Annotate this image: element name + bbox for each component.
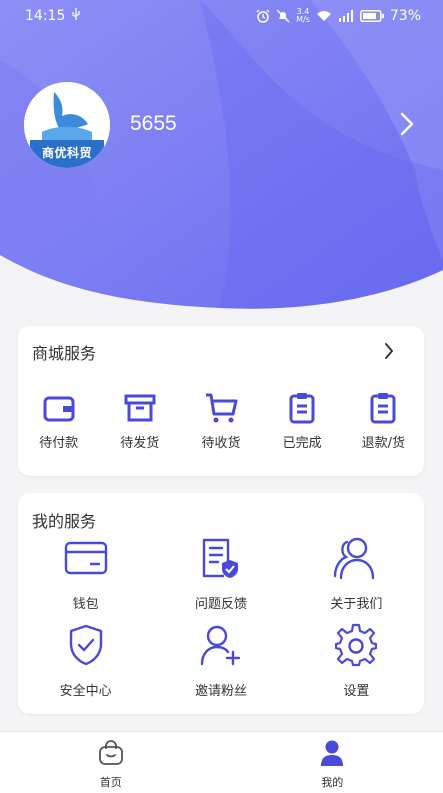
clipboard-icon xyxy=(369,392,397,424)
mute-icon xyxy=(276,9,290,23)
my-service-title: 我的服务 xyxy=(32,512,97,531)
shop-service-card: 商城服务 待付款 待发货 待收货 已完成 退款/货 xyxy=(18,326,424,476)
network-speed: 3.4 M/s xyxy=(296,7,310,24)
order-pending-receipt[interactable]: 待收货 xyxy=(180,392,261,451)
cart-icon xyxy=(204,392,238,424)
shield-check-icon xyxy=(68,622,104,668)
my-service-card: 我的服务 钱包 问题反馈 关于我们 安全中心 邀请粉丝 设置 xyxy=(18,493,424,714)
card-icon xyxy=(64,535,108,581)
status-time: 14:15 xyxy=(25,8,66,24)
chevron-right-icon[interactable] xyxy=(384,342,394,364)
order-pending-shipment[interactable]: 待发货 xyxy=(99,392,180,451)
avatar[interactable]: 商优科贸 xyxy=(24,82,110,168)
gear-icon xyxy=(334,622,378,668)
person-icon xyxy=(319,740,345,770)
usb-icon xyxy=(71,8,81,24)
tab-home[interactable]: 首页 xyxy=(0,732,222,793)
document-shield-icon xyxy=(200,535,242,581)
battery-percent: 73% xyxy=(389,8,421,24)
clipboard-icon xyxy=(288,392,316,424)
order-completed[interactable]: 已完成 xyxy=(262,392,343,451)
shop-service-title: 商城服务 xyxy=(32,344,97,363)
wifi-icon xyxy=(316,10,332,22)
battery-icon xyxy=(359,10,384,22)
signal-icon xyxy=(338,10,354,22)
service-about[interactable]: 关于我们 xyxy=(289,535,424,612)
wallet-icon xyxy=(43,392,75,424)
service-invite[interactable]: 邀请粉丝 xyxy=(153,622,288,699)
tab-mine[interactable]: 我的 xyxy=(222,732,443,793)
status-bar: 14:15 3.4 M/s 73% xyxy=(0,0,443,32)
username[interactable]: 5655 xyxy=(130,112,177,136)
order-pending-payment[interactable]: 待付款 xyxy=(18,392,99,451)
bottom-tab-bar: 首页 我的 xyxy=(0,731,443,793)
chevron-right-icon[interactable] xyxy=(400,112,414,140)
service-feedback[interactable]: 问题反馈 xyxy=(153,535,288,612)
order-refund[interactable]: 退款/货 xyxy=(343,392,424,451)
logo-text: 商优科贸 xyxy=(41,146,92,160)
service-settings[interactable]: 设置 xyxy=(289,622,424,699)
user-add-icon xyxy=(200,622,242,668)
archive-box-icon xyxy=(124,392,156,424)
shopping-bag-icon xyxy=(97,740,125,770)
service-security[interactable]: 安全中心 xyxy=(18,622,153,699)
service-wallet[interactable]: 钱包 xyxy=(18,535,153,612)
users-icon xyxy=(333,535,379,581)
alarm-icon xyxy=(256,9,270,23)
